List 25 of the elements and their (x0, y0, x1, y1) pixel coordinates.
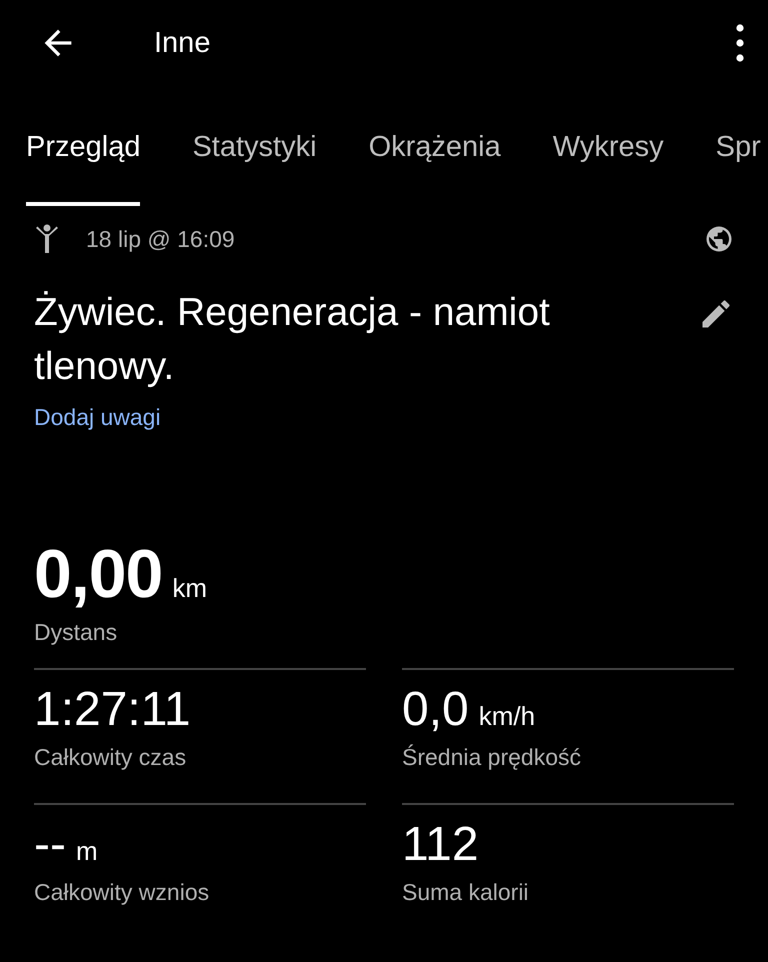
add-notes-link[interactable]: Dodaj uwagi (34, 404, 161, 431)
distance-label: Dystans (34, 619, 118, 646)
person-icon (34, 224, 60, 254)
stat-value: 0,0 (402, 682, 469, 738)
tab[interactable]: Okrążenia (368, 86, 501, 206)
stat-label: Średnia prędkość (402, 744, 582, 771)
screen-title: Inne (154, 26, 212, 60)
stat-label: Całkowity czas (34, 744, 188, 771)
activity-title: Żywiec. Regeneracja - namiot tlenowy. (34, 290, 551, 390)
stat-value: 1:27:11 (34, 682, 191, 738)
tab[interactable]: Spr (716, 86, 761, 206)
activity-date: 18 lip @ 16:09 (86, 226, 236, 252)
globe-icon[interactable] (704, 224, 734, 254)
stat-unit: m (76, 836, 98, 867)
stat-label: Całkowity wznios (34, 879, 210, 906)
stat-value: 112 (402, 817, 479, 873)
distance-unit: km (172, 573, 208, 604)
tab[interactable]: Wykresy (552, 86, 664, 206)
tab[interactable]: Statystyki (192, 86, 317, 206)
stat-unit: km/h (478, 701, 536, 732)
stat-label: Suma kalorii (402, 879, 530, 906)
distance-value: 0,00 (34, 535, 162, 613)
more-icon[interactable] (736, 24, 744, 62)
stat-value: -- (34, 817, 66, 873)
tab[interactable]: Przegląd (26, 86, 140, 206)
